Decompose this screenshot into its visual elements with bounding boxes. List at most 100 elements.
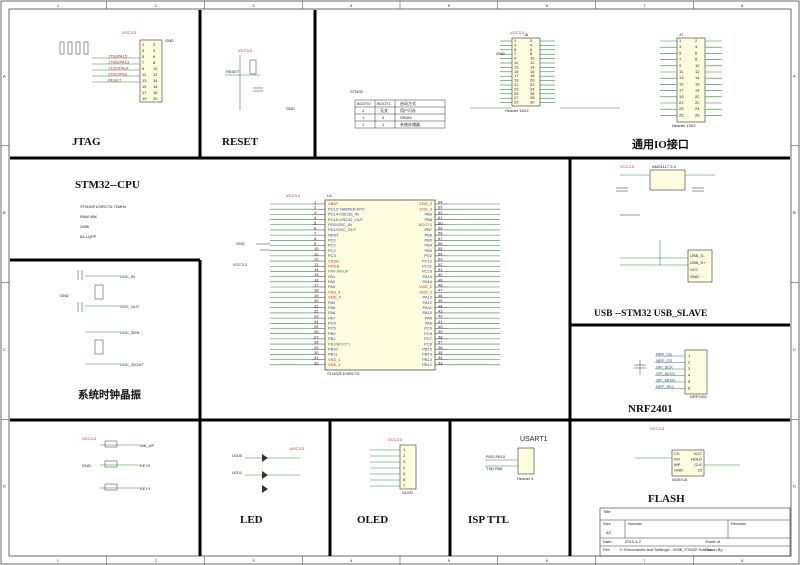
flash-vcc-label: VCC3.3 xyxy=(650,426,665,431)
reset-title: RESET xyxy=(222,136,259,148)
row-marker-left: A xyxy=(3,73,6,78)
isp-block: USART1 RXD PA10 TXD PA9 Header 4 ISP TTL xyxy=(468,436,548,526)
column-marker-top: 8 xyxy=(741,3,744,8)
jtag-signal-label: JTCK/PA14 xyxy=(108,66,129,71)
reset-gnd-label: GND xyxy=(286,106,295,111)
mcu-left-pin-number: 32 xyxy=(314,360,319,365)
header-right-pin: 12 xyxy=(695,69,700,74)
header-right-name: Header 13X2 xyxy=(672,123,696,128)
mcu-vcc-label: VCC3.3 xyxy=(286,193,301,198)
column-marker-bottom: 6 xyxy=(546,558,549,563)
date-label: Date: xyxy=(603,539,613,544)
usb-vcc-label: VCC3.3 xyxy=(620,164,635,169)
clock-block: OSC_IN OSC_OUT OSC_32IN OSC_32OUT GND 系统… xyxy=(60,270,144,401)
column-marker-bottom: 5 xyxy=(448,558,451,563)
header-left-name: Header 15X2 xyxy=(505,108,529,113)
cpu-info-2: 256K xyxy=(80,224,90,229)
clock-title: 系统时钟晶振 xyxy=(78,388,141,401)
gpio-title: 通用IO接口 xyxy=(632,137,689,151)
jtag-signal-label: JTMS/PA13 xyxy=(108,60,130,65)
keys-gnd-label: GND xyxy=(82,463,91,468)
file-value: C:\Documents and Settings\...\M38_STM32.… xyxy=(620,547,712,552)
row-marker-right: C xyxy=(793,347,796,352)
jtag-pullup-resistor xyxy=(75,41,81,55)
column-marker-bottom: 3 xyxy=(252,558,255,563)
nrf-header-label: NRF2401 xyxy=(690,394,708,399)
cpu-info-1: RAM 48K xyxy=(80,214,97,219)
column-marker-top: 7 xyxy=(643,3,646,8)
jtag-signal-label: JTDI/PA15 xyxy=(108,54,128,59)
file-label: File: xyxy=(603,547,611,552)
flash-block: CSDOWPGND VCCHOLDCLKDI W25X16 VCC3.3 FLAS… xyxy=(635,426,740,505)
header-right-pin: 25 xyxy=(679,112,684,117)
jtag-signal-label: JTDO/PB3 xyxy=(108,72,128,77)
jtag-pin-number: 13 xyxy=(142,78,147,83)
header-right-pin: 10 xyxy=(695,63,700,68)
led0-diode xyxy=(262,454,268,462)
flash-pin-label: CLK xyxy=(694,462,702,467)
nrf-signal-label: SPI_SCK xyxy=(656,365,673,370)
column-marker-bottom: 4 xyxy=(350,558,353,563)
column-marker-top: 4 xyxy=(350,3,353,8)
row-marker-right: A xyxy=(793,73,796,78)
jtag-pin-number: 10 xyxy=(153,66,158,71)
flash-chip-label: W25X16 xyxy=(672,477,688,482)
boot-r1c1: 0 xyxy=(382,115,385,120)
jtag-block: 1 23 45 67 89 1011 1213 1415 1617 1819 20JTDI/PA15… xyxy=(59,30,174,148)
usart-header: Header 4 xyxy=(517,476,534,481)
boot-r0c2: 用户闪存 xyxy=(400,107,416,113)
header-right-pin: 17 xyxy=(679,88,684,93)
header-right-pin: 18 xyxy=(695,88,700,93)
mcu-right-pin-number: 33 xyxy=(438,360,443,365)
jtag-pin-number: 12 xyxy=(153,72,158,77)
boot-r1c2: SRAM xyxy=(400,115,412,120)
header-left-pin: 29 xyxy=(514,100,519,105)
mcu-right-pin-label: PB12 xyxy=(422,362,433,367)
usb-pin-2: VCC xyxy=(690,267,699,272)
key1-label: KEY1 xyxy=(140,486,151,491)
jtag-gnd-label: GND xyxy=(165,38,174,43)
isp-title: ISP TTL xyxy=(468,514,509,526)
header-right-pin: 26 xyxy=(695,112,700,117)
header-right-pin: 24 xyxy=(695,106,700,111)
usb-pin-1: USB_D+ xyxy=(690,260,706,265)
boot-r1c0: 1 xyxy=(362,115,365,120)
header-right-pin: 21 xyxy=(679,100,684,105)
nrf-signal-label: SPI_MISO xyxy=(656,378,675,383)
flash-pin-label: DO xyxy=(674,457,680,462)
sheet-label: Sheet of xyxy=(705,539,721,544)
cpu-block: STM32--CPU STM32F103RCT6 72MHz RAM 48K 2… xyxy=(75,179,500,376)
clock-osc32-in: OSC_32IN xyxy=(120,330,139,335)
size-label: Size xyxy=(603,521,612,526)
header-right-pin: 15 xyxy=(679,81,684,86)
header-right-pin: 23 xyxy=(679,106,684,111)
flash-pin-label: GND xyxy=(674,468,683,473)
header-right-pin: 19 xyxy=(679,94,684,99)
crystal-32k xyxy=(94,339,104,355)
row-marker-left: B xyxy=(3,210,6,215)
flash-pin-label: HOLD xyxy=(691,457,702,462)
flash-pin-label: VCC xyxy=(694,451,703,456)
column-marker-bottom: 8 xyxy=(741,558,744,563)
clock-osc-in: OSC_IN xyxy=(120,274,135,279)
regulator-label: AMS1117-3.3 xyxy=(652,164,677,169)
gpio-vcc-label: VCC3.3 xyxy=(510,30,525,35)
boot-header-1: BOOT1 xyxy=(377,101,391,106)
usb-block: AMS1117-3.3 USB_D- USB_D+ VCC GND VCC3.3… xyxy=(594,164,715,319)
size-value: A3 xyxy=(606,530,612,535)
usb-pin-3: GND xyxy=(690,274,699,279)
jtag-title: JTAG xyxy=(72,136,101,148)
jtag-pullup-resistor xyxy=(67,41,73,55)
jtag-vcc-label: VCC3.3 xyxy=(122,30,137,35)
header-right-ref: J7 xyxy=(679,32,684,37)
boot-r0c0: 0 xyxy=(362,108,365,113)
boot-table: STM32 BOOT0 BOOT1 启动方式 0 无关 用户闪存 1 0 SRA… xyxy=(350,89,446,129)
row-marker-left: C xyxy=(3,347,6,352)
column-marker-top: 6 xyxy=(546,3,549,8)
key-wkup-switch xyxy=(104,440,118,448)
usart-connector xyxy=(517,447,535,475)
clock-gnd-label: GND xyxy=(60,293,69,298)
schematic-canvas: 1122334455667788A AB BC CD D 1 23 45 67 89 1011 12… xyxy=(0,0,800,565)
jtag-pin-number: 16 xyxy=(153,84,158,89)
header-right-pin: 13 xyxy=(679,75,684,80)
